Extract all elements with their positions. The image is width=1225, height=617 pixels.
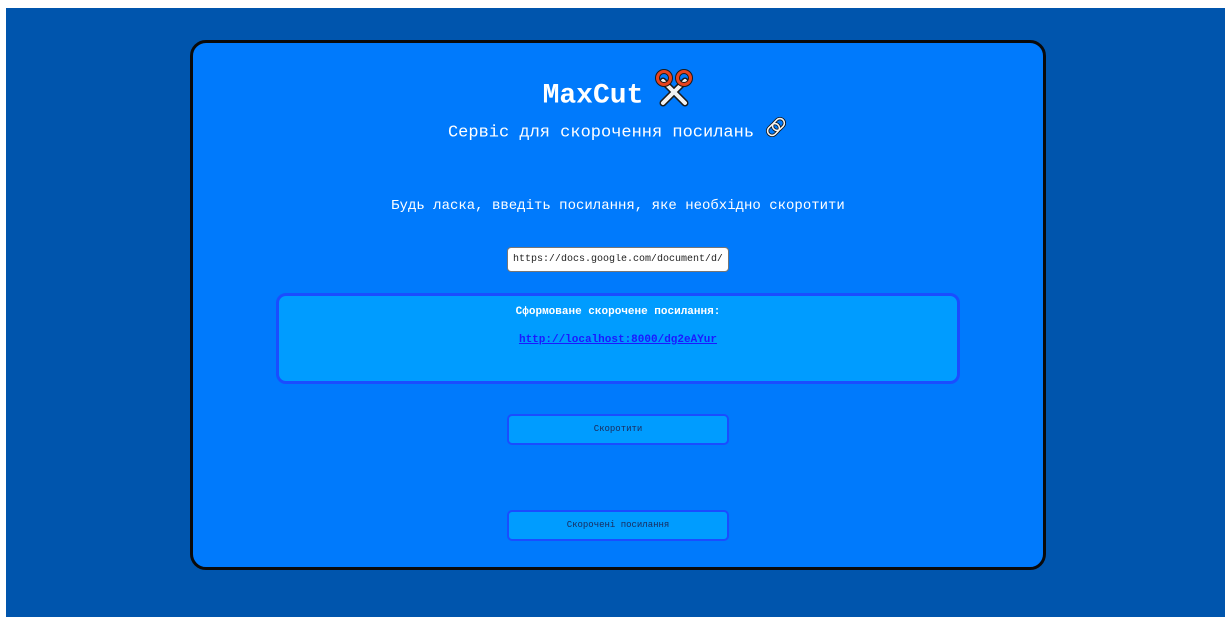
- shorten-button[interactable]: Скоротити: [507, 414, 729, 445]
- result-box: Сформоване скорочене посилання: http://l…: [276, 293, 960, 384]
- short-url-link[interactable]: http://localhost:8000/dg2eAYur: [519, 334, 717, 346]
- result-label: Сформоване скорочене посилання:: [515, 306, 721, 318]
- main-card: MaxCut Сервіс для скорочення посилань Бу…: [190, 40, 1046, 570]
- app-header: MaxCut: [193, 69, 1043, 121]
- subtitle-text: Сервіс для скорочення посилань: [447, 123, 755, 143]
- page-background: MaxCut Сервіс для скорочення посилань Бу…: [6, 8, 1225, 617]
- url-prompt: Будь ласка, введіть посилання, яке необх…: [391, 198, 845, 214]
- short-url-container: http://localhost:8000/dg2eAYur: [279, 334, 957, 346]
- paperclip-icon: [764, 115, 788, 149]
- shortened-links-button[interactable]: Скорочені посилання: [507, 510, 729, 541]
- app-title: MaxCut: [542, 80, 644, 112]
- app-subtitle: Сервіс для скорочення посилань: [193, 115, 1043, 149]
- scissors-icon: [655, 69, 694, 121]
- url-input[interactable]: [507, 247, 729, 272]
